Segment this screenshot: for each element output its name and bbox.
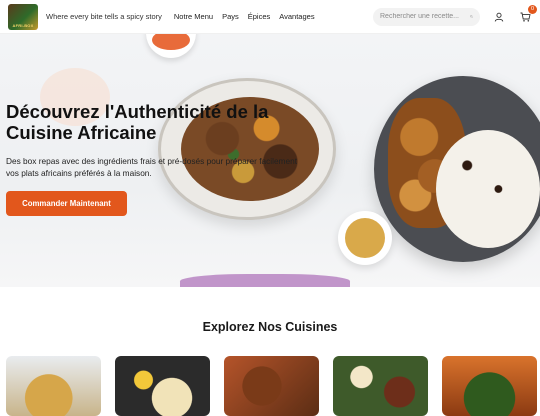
cuisine-card[interactable] — [6, 356, 101, 416]
cuisines-section-title: Explorez Nos Cuisines — [202, 320, 338, 334]
hero-main-plate — [158, 78, 336, 220]
nav-link-avantages[interactable]: Avantages — [279, 12, 314, 21]
cuisine-card[interactable] — [442, 356, 537, 416]
sauce — [152, 34, 190, 50]
cart-button[interactable]: 0 — [518, 4, 537, 24]
cuisine-card[interactable] — [333, 356, 428, 416]
search-bar — [373, 7, 480, 26]
search-input[interactable] — [380, 13, 470, 20]
hero-small-bowl — [338, 211, 392, 265]
nav-link-menu[interactable]: Notre Menu — [174, 12, 213, 21]
logo-text: AFRI-BOX — [12, 22, 34, 28]
cuisine-card[interactable] — [115, 356, 210, 416]
hero-section: Découvrez l'Authenticité de la Cuisine A… — [0, 34, 540, 287]
logo[interactable]: AFRI-BOX — [8, 3, 38, 30]
nav-link-pays[interactable]: Pays — [222, 12, 239, 21]
sauce — [345, 218, 385, 258]
hero-title: Découvrez l'Authenticité de la Cuisine A… — [6, 101, 269, 143]
cuisine-cards — [6, 356, 537, 416]
hero-subtitle: Des box repas avec des ingrédients frais… — [6, 156, 298, 178]
hero-fabric — [180, 274, 350, 287]
hero-rice — [436, 130, 540, 248]
site-header: AFRI-BOX Where every bite tells a spicy … — [0, 0, 540, 34]
hero-rice-plate — [374, 76, 540, 262]
user-icon — [494, 12, 504, 22]
account-button[interactable] — [492, 10, 506, 24]
cart-count-badge: 0 — [528, 4, 537, 14]
nav-link-epices[interactable]: Épices — [248, 12, 271, 21]
hero-sauce-bowl — [146, 34, 196, 58]
tagline: Where every bite tells a spicy story — [46, 12, 162, 21]
search-icon[interactable] — [470, 12, 473, 21]
cuisine-card[interactable] — [224, 356, 319, 416]
main-nav: Notre Menu Pays Épices Avantages — [174, 12, 315, 21]
order-now-button[interactable]: Commander Maintenant — [6, 191, 127, 216]
